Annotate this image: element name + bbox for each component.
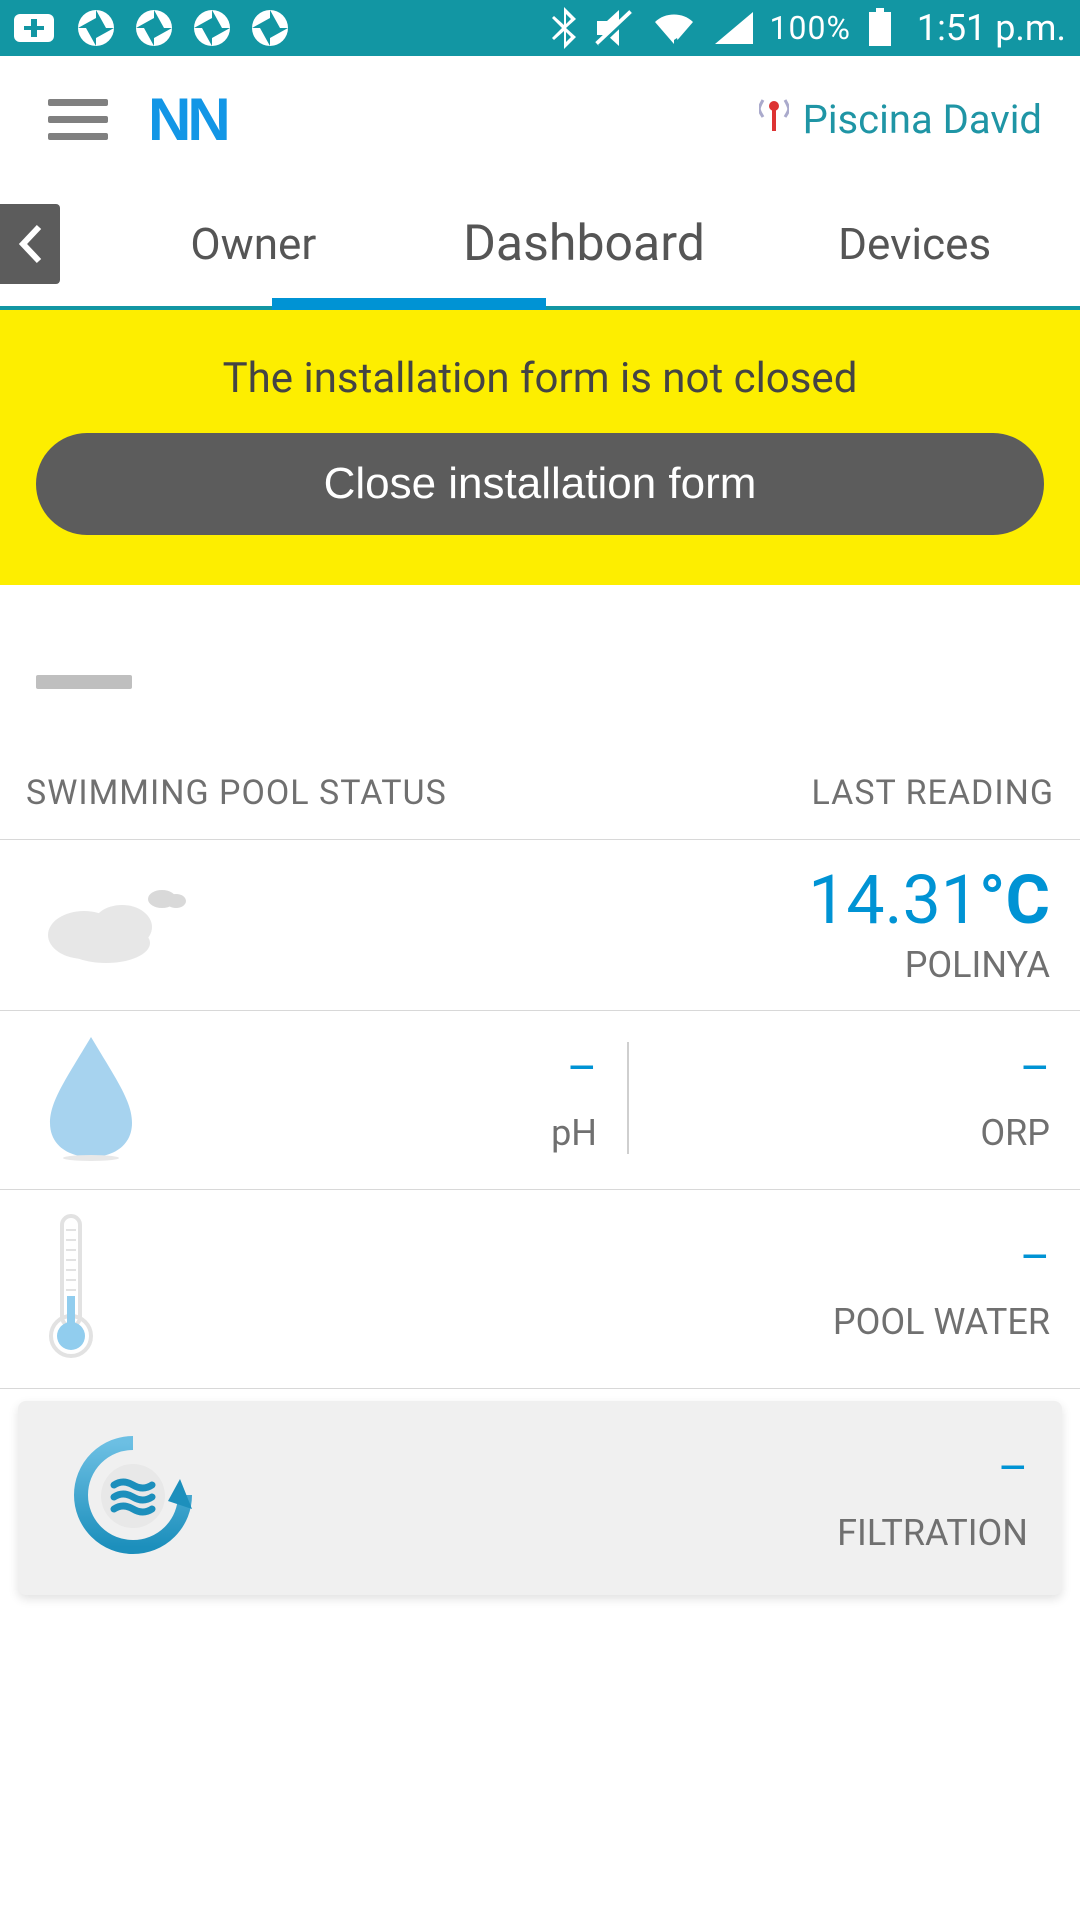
account-selector[interactable]: Piscina David xyxy=(759,96,1042,143)
notification-plus-icon xyxy=(14,10,58,46)
tab-devices[interactable]: Devices xyxy=(749,218,1080,270)
ph-label: pH xyxy=(206,1112,597,1154)
section-heading: SWIMMING POOL STATUS LAST READING xyxy=(0,773,1080,839)
water-quality-row: – pH – ORP xyxy=(0,1010,1080,1189)
aperture-icon xyxy=(134,8,174,48)
cloud-icon xyxy=(36,871,196,975)
bluetooth-icon xyxy=(551,7,577,49)
antenna-icon xyxy=(759,96,789,143)
wifi-icon xyxy=(651,10,697,46)
signal-icon xyxy=(713,10,753,46)
aperture-icon xyxy=(76,8,116,48)
pool-water-label: POOL WATER xyxy=(206,1301,1050,1343)
water-drop-icon xyxy=(36,1031,146,1165)
status-heading: SWIMMING POOL STATUS xyxy=(26,773,447,813)
installation-banner: The installation form is not closed Clos… xyxy=(0,310,1080,585)
filtration-icon xyxy=(68,1431,198,1565)
location-name: POLINYA xyxy=(206,944,1050,986)
filtration-value: – xyxy=(837,1442,1028,1496)
tab-dashboard[interactable]: Dashboard xyxy=(419,215,750,273)
tab-indicator xyxy=(272,298,546,310)
temperature-value: 14.31°C xyxy=(206,860,1050,940)
filtration-label: FILTRATION xyxy=(837,1512,1028,1554)
orp-label: ORP xyxy=(659,1112,1050,1154)
pool-water-value: – xyxy=(206,1231,1050,1285)
hamburger-menu-icon[interactable] xyxy=(48,99,108,140)
aperture-icon xyxy=(250,8,290,48)
app-logo: NN xyxy=(148,85,227,154)
back-button[interactable] xyxy=(0,204,60,284)
account-name: Piscina David xyxy=(803,96,1042,143)
drag-handle[interactable] xyxy=(36,675,132,689)
battery-icon xyxy=(867,8,893,48)
aperture-icon xyxy=(192,8,232,48)
orp-value: – xyxy=(659,1042,1050,1096)
weather-row: 14.31°C POLINYA xyxy=(0,839,1080,1010)
thermometer-icon xyxy=(36,1210,106,1364)
pool-water-row: – POOL WATER xyxy=(0,1189,1080,1389)
filtration-card[interactable]: – FILTRATION xyxy=(18,1401,1062,1595)
ph-value: – xyxy=(206,1042,597,1096)
battery-percent: 100% xyxy=(769,9,850,47)
close-installation-button[interactable]: Close installation form xyxy=(36,433,1044,535)
tab-owner[interactable]: Owner xyxy=(88,218,419,270)
mute-icon xyxy=(593,8,635,48)
android-status-bar: 100% 1:51 p.m. xyxy=(0,0,1080,56)
last-reading-heading: LAST READING xyxy=(812,773,1054,813)
banner-text: The installation form is not closed xyxy=(36,354,1044,403)
app-header: NN Piscina David xyxy=(0,56,1080,182)
tabs-row: Owner Dashboard Devices xyxy=(0,182,1080,310)
clock: 1:51 p.m. xyxy=(917,7,1066,49)
